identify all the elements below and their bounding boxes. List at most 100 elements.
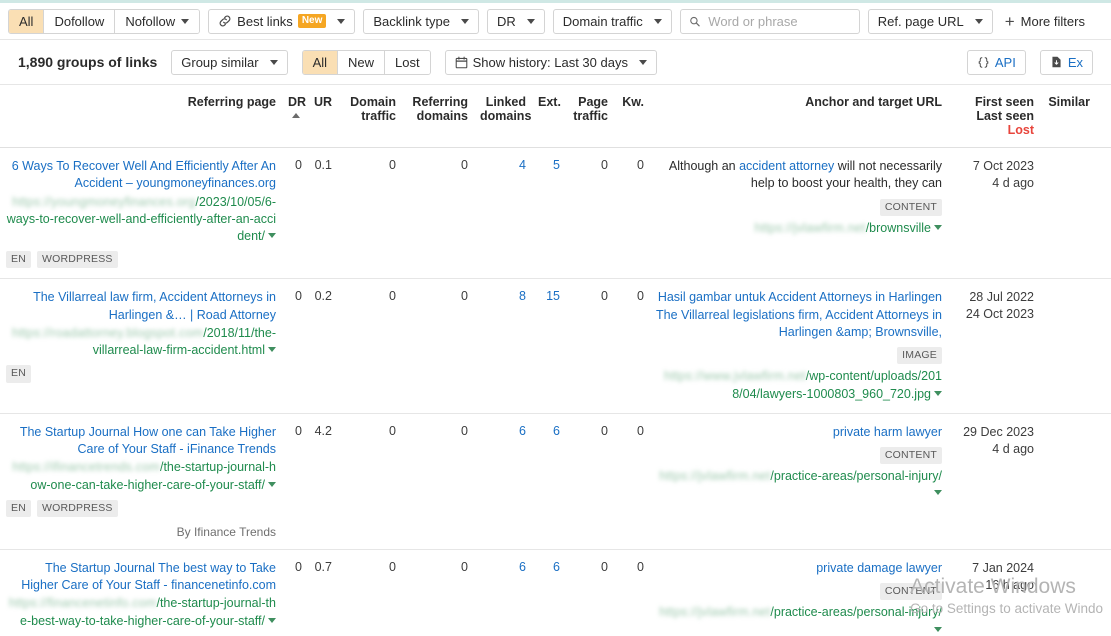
chevron-down-icon[interactable]: [268, 233, 276, 238]
new-badge: New: [297, 14, 327, 28]
group-similar-button[interactable]: Group similar: [171, 49, 288, 75]
referring-page-url[interactable]: https://youngmoneyfinances.org/2023/10/0…: [6, 194, 276, 246]
ref-page-url-label: Ref. page URL: [877, 13, 964, 29]
col-similar[interactable]: Similar: [1040, 85, 1096, 148]
col-ext[interactable]: Ext.: [532, 85, 566, 148]
chevron-down-icon: [181, 18, 190, 24]
backlink-type-button[interactable]: Backlink type: [363, 8, 479, 34]
cell-linked-domains[interactable]: 6: [474, 413, 532, 550]
domain-traffic-filter-button[interactable]: Domain traffic: [552, 8, 672, 34]
dr-filter-button[interactable]: DR: [486, 8, 545, 34]
first-seen-value: 7 Oct 2023: [972, 159, 1034, 173]
cell-similar: [1040, 278, 1096, 414]
status-new[interactable]: New: [338, 50, 386, 74]
col-in[interactable]: In: [1096, 85, 1111, 148]
cell-linked-domains[interactable]: 6: [474, 549, 532, 636]
col-ur[interactable]: UR: [308, 85, 338, 148]
table-head: Referring page DR UR Domain traffic Refe…: [0, 85, 1111, 148]
export-button[interactable]: Ex: [1039, 49, 1093, 75]
target-url[interactable]: https://jvlawfirm.net/brownsville: [656, 220, 942, 237]
tag-badge: EN: [6, 365, 31, 383]
status-all[interactable]: All: [302, 50, 339, 74]
target-url[interactable]: https://jvlawfirm.net/practice-areas/per…: [656, 604, 942, 636]
col-linked-domains[interactable]: Linked domains: [474, 85, 532, 148]
referring-page-url-domain: https://youngmoneyfinances.org: [12, 194, 196, 209]
col-kw[interactable]: Kw.: [614, 85, 650, 148]
cell-linked-domains-value: 8: [519, 289, 526, 304]
cell-domain-traffic: 0: [338, 278, 402, 414]
referring-page-byline: By Ifinance Trends: [176, 524, 276, 539]
search-input[interactable]: [706, 12, 851, 30]
filter-dofollow[interactable]: Dofollow: [44, 9, 116, 33]
search-box[interactable]: [679, 8, 860, 34]
referring-page-tags: EN WORDPRESS: [6, 499, 276, 517]
chevron-down-icon[interactable]: [268, 347, 276, 353]
referring-page-title-link[interactable]: The Villarreal law firm, Accident Attorn…: [6, 289, 276, 324]
cell-linked-domains[interactable]: 8: [474, 278, 532, 414]
more-filters-button[interactable]: + More filters: [1001, 13, 1085, 30]
col-linked-domains-label-2: domains: [480, 109, 532, 123]
target-url[interactable]: https://jvlawfirm.net/practice-areas/per…: [656, 468, 942, 503]
cell-ext[interactable]: 6: [532, 549, 566, 636]
last-seen-value: 24 Oct 2023: [965, 307, 1034, 322]
cell-ext[interactable]: 15: [532, 278, 566, 414]
tag-badge: EN: [6, 251, 31, 269]
status-lost[interactable]: Lost: [385, 50, 430, 74]
col-seen-dates[interactable]: First seen Last seen Lost: [948, 85, 1040, 148]
braces-icon: [978, 56, 989, 68]
col-referring-page[interactable]: Referring page: [0, 85, 282, 148]
col-page-traffic[interactable]: Page traffic: [566, 85, 614, 148]
cell-ur: 4.2: [308, 413, 338, 550]
target-url[interactable]: https://www.jvlawfirm.net/wp-content/upl…: [656, 368, 942, 403]
cell-referring-domains: 0: [402, 278, 474, 414]
cell-anchor-target-url: private harm lawyer CONTENT https://jvlawf…: [650, 413, 948, 550]
chevron-down-icon[interactable]: [934, 490, 942, 496]
referring-page-url[interactable]: https://ifinancetrends.com/the-startup-j…: [6, 459, 276, 494]
table-body: 6 Ways To Recover Well And Efficiently A…: [0, 147, 1111, 636]
referring-page-url-domain: https://ifinancetrends.com: [12, 460, 160, 475]
anchor-text[interactable]: private damage lawyer: [656, 560, 942, 577]
col-anchor-target-url[interactable]: Anchor and target URL: [650, 85, 948, 148]
best-links-button[interactable]: Best links New: [208, 8, 356, 34]
referring-page-title-link[interactable]: 6 Ways To Recover Well And Efficiently A…: [6, 158, 276, 193]
referring-page-url[interactable]: https://financenetinfo.com/the-startup-j…: [6, 595, 276, 630]
filter-dofollow-label: Dofollow: [54, 13, 105, 29]
target-url-path: /brownsville: [865, 220, 931, 235]
cell-ext[interactable]: 5: [532, 147, 566, 280]
anchor-text[interactable]: Although an accident attorney will not n…: [656, 158, 942, 193]
chevron-down-icon[interactable]: [934, 224, 942, 230]
results-toolbar: 1,890 groups of links Group similar All …: [0, 40, 1111, 85]
cell-page-traffic-value: 0: [601, 289, 608, 304]
status-all-label: All: [312, 54, 328, 70]
col-dr[interactable]: DR: [282, 85, 308, 148]
show-history-button[interactable]: Show history: Last 30 days: [444, 49, 657, 75]
col-domain-traffic[interactable]: Domain traffic: [338, 85, 402, 148]
col-referring-domains[interactable]: Referring domains: [402, 85, 474, 148]
results-count: 1,890 groups of links: [18, 54, 158, 70]
calendar-icon: [455, 56, 467, 68]
cell-seen-dates: 28 Jul 2022 24 Oct 2023: [948, 278, 1040, 414]
cell-similar: [1040, 147, 1096, 280]
cell-linked-domains-value: 4: [519, 158, 526, 172]
cell-page-traffic-value: 0: [601, 559, 608, 574]
referring-page-title-link[interactable]: The Startup Journal How one can Take Hig…: [6, 424, 276, 459]
referring-page-url[interactable]: https://roadattorney.blogspot.com/2018/1…: [6, 325, 276, 360]
ref-page-url-button[interactable]: Ref. page URL: [867, 8, 993, 34]
chevron-down-icon[interactable]: [268, 617, 276, 623]
anchor-badge-wrap: CONTENT: [656, 193, 942, 219]
chevron-down-icon[interactable]: [934, 626, 942, 632]
anchor-text[interactable]: private harm lawyer: [656, 424, 942, 441]
filter-nofollow[interactable]: Nofollow: [115, 9, 200, 33]
chevron-down-icon[interactable]: [268, 481, 276, 487]
referring-page-title-link[interactable]: The Startup Journal The best way to Take…: [6, 560, 276, 595]
chevron-down-icon[interactable]: [934, 390, 942, 396]
cell-linked-domains[interactable]: 4: [474, 147, 532, 280]
cell-referring-domains-value: 0: [461, 423, 468, 438]
cell-referring-page: The Startup Journal How one can Take Hig…: [0, 413, 282, 550]
dr-filter-label: DR: [496, 13, 516, 29]
filter-all[interactable]: All: [9, 9, 45, 33]
api-button[interactable]: API: [966, 49, 1026, 75]
anchor-text-highlight[interactable]: accident attorney: [739, 159, 834, 173]
cell-ext[interactable]: 6: [532, 413, 566, 550]
anchor-text[interactable]: Hasil gambar untuk Accident Attorneys in…: [656, 289, 942, 341]
